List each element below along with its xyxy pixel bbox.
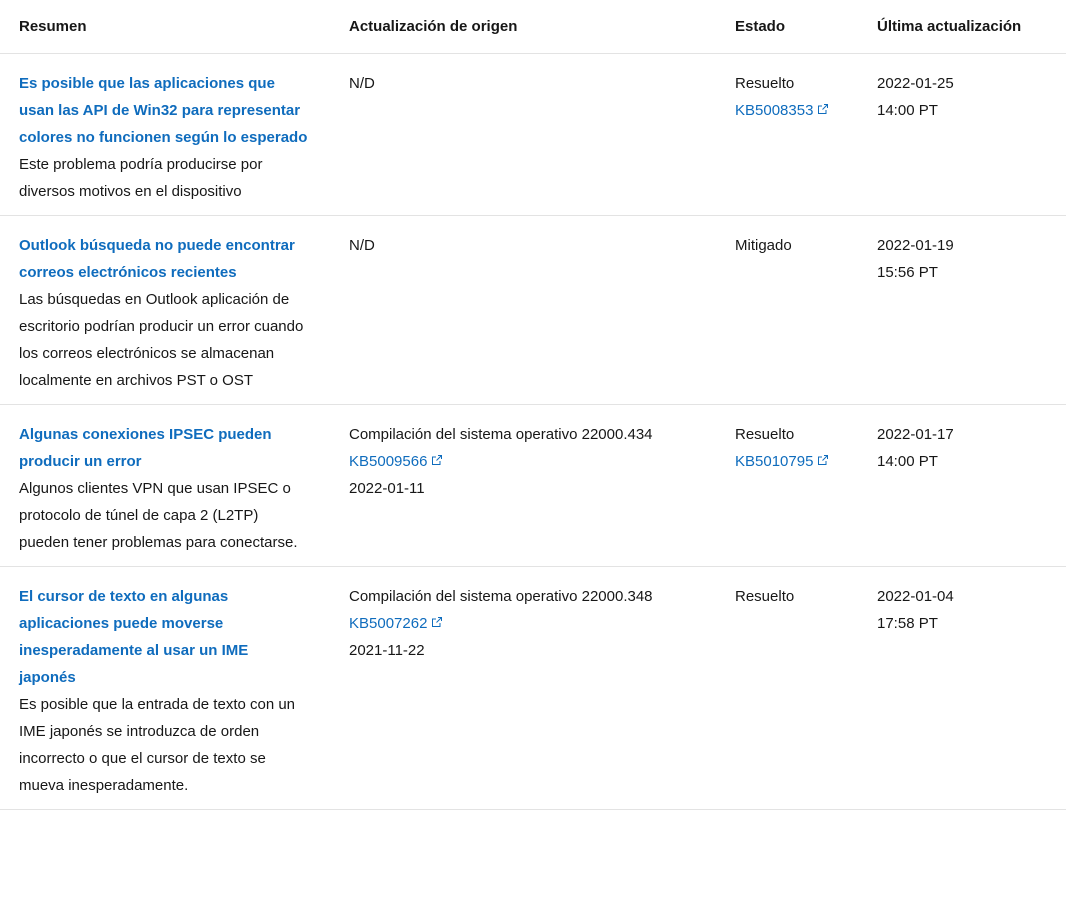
status-cell: Mitigado [717, 215, 860, 405]
status-cell: Resuelto KB5008353 [717, 53, 860, 216]
status-kb-link[interactable]: KB5008353 [735, 102, 829, 119]
origin-kb-link[interactable]: KB5007262 [349, 615, 443, 632]
table-row: El cursor de texto en algunas aplicacion… [0, 566, 1066, 810]
origin-cell: N/D [330, 215, 717, 405]
issue-title-link[interactable]: El cursor de texto en algunas aplicacion… [19, 583, 308, 691]
origin-kb-label: KB5007262 [349, 615, 428, 632]
header-status: Estado [717, 0, 860, 54]
summary-cell: Outlook búsqueda no puede encontrar corr… [0, 215, 330, 405]
origin-text: N/D [349, 237, 375, 254]
origin-date: 2022-01-11 [349, 480, 425, 497]
origin-text: N/D [349, 75, 375, 92]
status-kb-link[interactable]: KB5010795 [735, 453, 829, 470]
origin-text: Compilación del sistema operativo 22000.… [349, 426, 653, 443]
status-text: Resuelto [735, 426, 795, 443]
origin-cell: N/D [330, 53, 717, 216]
update-time: 15:56 PT [877, 264, 938, 281]
external-link-icon [431, 616, 443, 628]
issue-title-link[interactable]: Outlook búsqueda no puede encontrar corr… [19, 232, 308, 286]
update-date: 2022-01-04 [877, 588, 954, 605]
header-origin: Actualización de origen [330, 0, 717, 54]
last-update-cell: 2022-01-04 17:58 PT [860, 566, 1066, 810]
table-row: Algunas conexiones IPSEC pueden producir… [0, 404, 1066, 567]
status-cell: Resuelto KB5010795 [717, 404, 860, 567]
origin-kb-label: KB5009566 [349, 453, 428, 470]
external-link-icon [817, 454, 829, 466]
status-text: Mitigado [735, 237, 792, 254]
origin-cell: Compilación del sistema operativo 22000.… [330, 566, 717, 810]
origin-kb-link[interactable]: KB5009566 [349, 453, 443, 470]
update-time: 14:00 PT [877, 453, 938, 470]
summary-cell: Es posible que las aplicaciones que usan… [0, 53, 330, 216]
issue-description: Es posible que la entrada de texto con u… [19, 696, 296, 794]
origin-date: 2021-11-22 [349, 642, 425, 659]
external-link-icon [431, 454, 443, 466]
table-row: Outlook búsqueda no puede encontrar corr… [0, 215, 1066, 405]
origin-cell: Compilación del sistema operativo 22000.… [330, 404, 717, 567]
issue-title-link[interactable]: Es posible que las aplicaciones que usan… [19, 70, 308, 151]
status-kb-label: KB5008353 [735, 102, 814, 119]
update-time: 17:58 PT [877, 615, 938, 632]
issue-title-link[interactable]: Algunas conexiones IPSEC pueden producir… [19, 421, 308, 475]
header-summary: Resumen [0, 0, 330, 54]
table-header-row: Resumen Actualización de origen Estado Ú… [0, 0, 1066, 54]
status-text: Resuelto [735, 75, 795, 92]
origin-text: Compilación del sistema operativo 22000.… [349, 588, 653, 605]
update-date: 2022-01-25 [877, 75, 954, 92]
status-text: Resuelto [735, 588, 795, 605]
update-date: 2022-01-17 [877, 426, 954, 443]
status-cell: Resuelto [717, 566, 860, 810]
issue-description: Las búsquedas en Outlook aplicación de e… [19, 291, 304, 389]
update-date: 2022-01-19 [877, 237, 954, 254]
issue-description: Este problema podría producirse por dive… [19, 156, 263, 200]
issue-description: Algunos clientes VPN que usan IPSEC o pr… [19, 480, 298, 551]
status-kb-label: KB5010795 [735, 453, 814, 470]
external-link-icon [817, 103, 829, 115]
last-update-cell: 2022-01-19 15:56 PT [860, 215, 1066, 405]
summary-cell: Algunas conexiones IPSEC pueden producir… [0, 404, 330, 567]
last-update-cell: 2022-01-25 14:00 PT [860, 53, 1066, 216]
summary-cell: El cursor de texto en algunas aplicacion… [0, 566, 330, 810]
last-update-cell: 2022-01-17 14:00 PT [860, 404, 1066, 567]
header-last-update: Última actualización [860, 0, 1066, 54]
known-issues-table: Resumen Actualización de origen Estado Ú… [0, 0, 1066, 810]
update-time: 14:00 PT [877, 102, 938, 119]
table-row: Es posible que las aplicaciones que usan… [0, 53, 1066, 216]
